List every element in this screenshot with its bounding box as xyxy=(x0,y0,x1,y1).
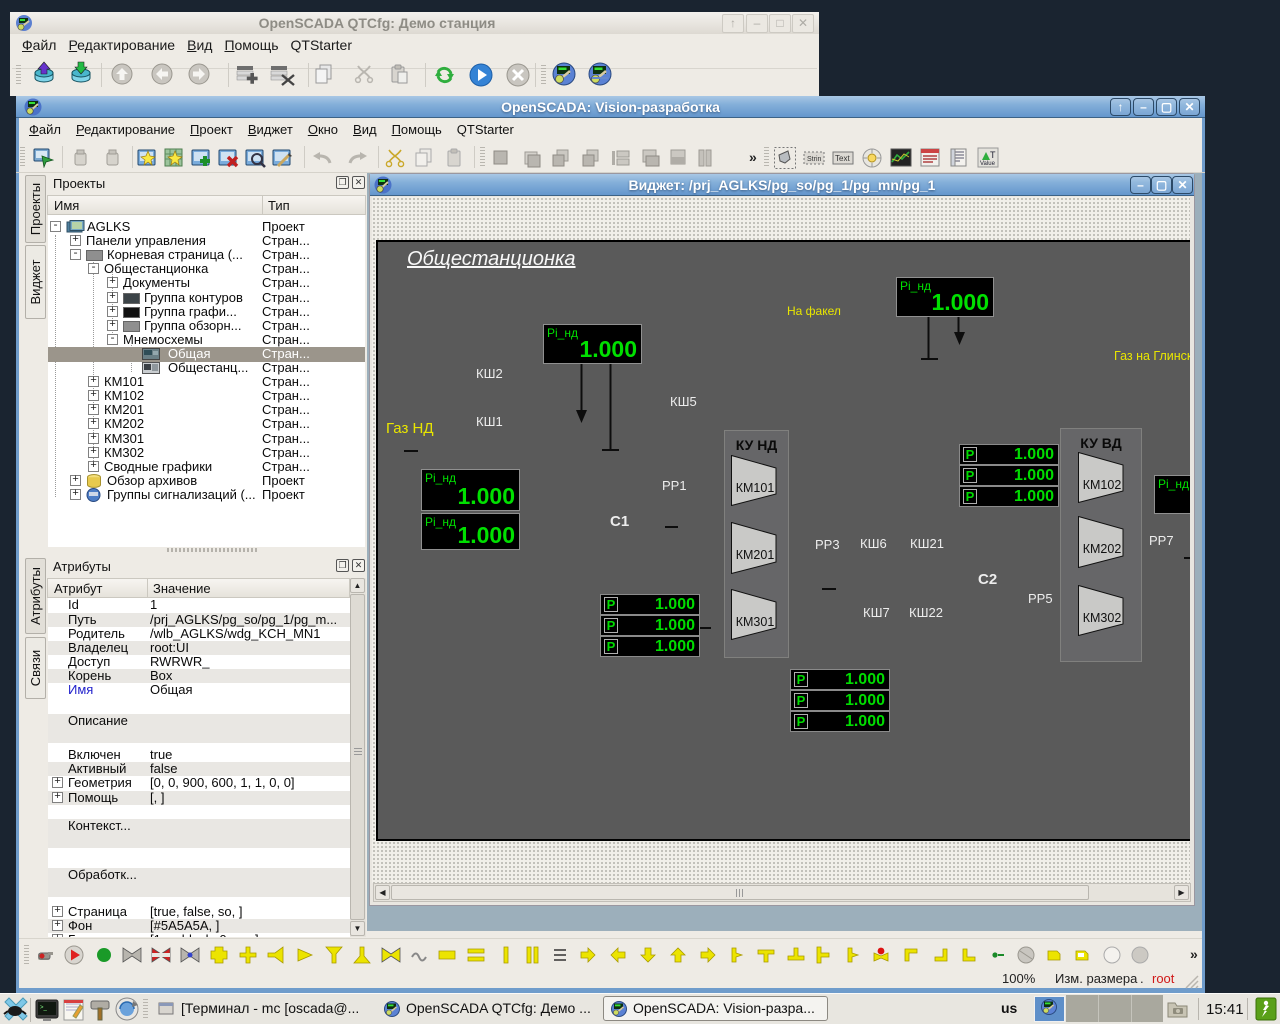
svg-text:КМ302: КМ302 xyxy=(1083,611,1122,625)
svg-text:КМ301: КМ301 xyxy=(736,615,775,629)
svg-text:Strin: Strin xyxy=(807,156,822,163)
svg-text:КМ202: КМ202 xyxy=(1083,542,1122,556)
svg-text:Text: Text xyxy=(835,154,850,163)
svg-text:КМ201: КМ201 xyxy=(736,548,775,562)
svg-text:>_: >_ xyxy=(40,1005,48,1011)
svg-text:T: T xyxy=(990,150,996,160)
svg-text:КМ102: КМ102 xyxy=(1083,478,1122,492)
svg-text:Value: Value xyxy=(980,161,996,167)
svg-text:КМ101: КМ101 xyxy=(736,481,775,495)
